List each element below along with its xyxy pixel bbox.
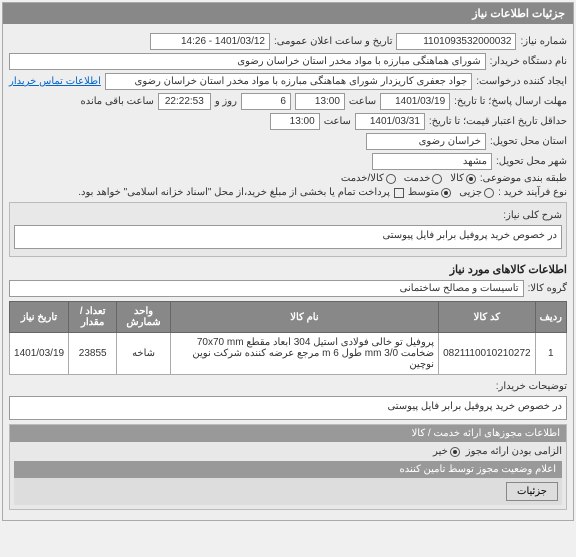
td-unit: شاخه [117, 333, 171, 375]
category-radio-group: کالا خدمت کالا/خدمت [341, 173, 476, 184]
validity-date: 1401/03/31 [355, 113, 425, 130]
process-radio-group: جزیی متوسط [408, 187, 494, 198]
radio-dot-icon [386, 174, 396, 184]
row-city: شهر محل تحویل: مشهد [9, 153, 567, 170]
radio-goods[interactable]: کالا [450, 173, 476, 184]
requester-label: ایجاد کننده درخواست: [476, 76, 567, 87]
radio-goods-service[interactable]: کالا/خدمت [341, 173, 396, 184]
radio-low-label: جزیی [459, 187, 482, 198]
th-code: کد کالا [439, 302, 536, 333]
remaining-label: ساعت باقی مانده [80, 96, 153, 107]
td-code: 0821110010210272 [439, 333, 536, 375]
remaining-days: 6 [241, 93, 291, 110]
radio-dot-icon [484, 188, 494, 198]
validity-time: 13:00 [270, 113, 320, 130]
panel-body: شماره نیاز: 1101093532000032 تاریخ و ساع… [3, 24, 573, 520]
buyer-org-label: نام دستگاه خریدار: [490, 56, 567, 67]
province-value: خراسان رضوی [366, 133, 486, 150]
validity-label: حداقل تاریخ اعتبار قیمت؛ تا تاریخ: [429, 116, 567, 127]
th-date: تاریخ نیاز [10, 302, 69, 333]
buyer-desc-text: در خصوص خرید پروفیل برابر فایل پیوستی [9, 396, 567, 420]
row-category: طبقه بندی موضوعی: کالا خدمت کالا/خدمت [9, 173, 567, 184]
time-label-1: ساعت [349, 96, 376, 107]
row-province: استان محل تحویل: خراسان رضوی [9, 133, 567, 150]
goods-table: ردیف کد کالا نام کالا واحد شمارش تعداد /… [9, 301, 567, 375]
payment-checkbox[interactable] [394, 188, 404, 198]
category-label: طبقه بندی موضوعی: [480, 173, 567, 184]
requester-value: جواد جعفری کاریزدار شورای هماهنگی مبارزه… [105, 73, 472, 90]
need-number-label: شماره نیاز: [520, 36, 567, 47]
td-row: 1 [535, 333, 566, 375]
th-row: ردیف [535, 302, 566, 333]
row-need-number: شماره نیاز: 1101093532000032 تاریخ و ساع… [9, 33, 567, 50]
row-validity: حداقل تاریخ اعتبار قیمت؛ تا تاریخ: 1401/… [9, 113, 567, 130]
remaining-timer: 22:22:53 [158, 93, 211, 110]
deadline-label: مهلت ارسال پاسخ؛ تا تاریخ: [454, 96, 567, 107]
announce-label: تاریخ و ساعت اعلان عمومی: [274, 36, 393, 47]
radio-no[interactable]: خیر [433, 446, 460, 457]
row-deadline: مهلت ارسال پاسخ؛ تا تاریخ: 1401/03/19 سا… [9, 93, 567, 110]
radio-service[interactable]: خدمت [404, 173, 443, 184]
th-qty: تعداد / مقدار [69, 302, 117, 333]
radio-dot-icon [466, 174, 476, 184]
th-name: نام کالا [170, 302, 438, 333]
td-qty: 23855 [69, 333, 117, 375]
announce-value: 1401/03/12 - 14:26 [150, 33, 270, 50]
details-button[interactable]: جزئیات [506, 482, 558, 501]
city-label: شهر محل تحویل: [496, 156, 567, 167]
row-process: نوع فرآیند خرید : جزیی متوسط پرداخت تمام… [9, 187, 567, 198]
footer-buttons: جزئیات [14, 478, 562, 505]
td-date: 1401/03/19 [10, 333, 69, 375]
province-label: استان محل تحویل: [490, 136, 567, 147]
td-name: پروفیل تو خالی فولادی استیل 304 ابعاد مق… [170, 333, 438, 375]
general-desc-label: شرح کلی نیاز: [503, 210, 562, 221]
buyer-desc-label: توضیحات خریدار: [496, 381, 567, 392]
radio-goods-label: کالا [450, 173, 464, 184]
row-general-desc: شرح کلی نیاز: در خصوص خرید پروفیل برابر … [10, 206, 566, 253]
radio-dot-icon [450, 447, 460, 457]
licenses-header: اطلاعات مجوزهای ارائه خدمت / کالا [10, 425, 566, 442]
days-label: روز و [215, 96, 237, 107]
process-label: نوع فرآیند خرید : [498, 187, 567, 198]
mandatory-label: الزامی بودن ارائه مجوز [466, 446, 562, 457]
radio-dot-icon [441, 188, 451, 198]
desc-panel: شرح کلی نیاز: در خصوص خرید پروفیل برابر … [9, 202, 567, 257]
deadline-date: 1401/03/19 [380, 93, 450, 110]
table-header-row: ردیف کد کالا نام کالا واحد شمارش تعداد /… [10, 302, 567, 333]
panel-title: جزئیات اطلاعات نیاز [3, 3, 573, 24]
radio-service-label: خدمت [404, 173, 431, 184]
general-desc-text: در خصوص خرید پروفیل برابر فایل پیوستی [14, 225, 562, 249]
radio-goods-service-label: کالا/خدمت [341, 173, 384, 184]
row-goods-group: گروه کالا: تاسیسات و مصالح ساختمانی [9, 280, 567, 297]
licenses-panel: اطلاعات مجوزهای ارائه خدمت / کالا الزامی… [9, 424, 567, 510]
status-header: اعلام وضعیت مجوز توسط تامین کننده [14, 461, 562, 478]
deadline-time: 13:00 [295, 93, 345, 110]
row-buyer-org: نام دستگاه خریدار: شورای هماهنگی مبارزه … [9, 53, 567, 70]
licenses-body: الزامی بودن ارائه مجوز خیر اعلام وضعیت م… [10, 442, 566, 509]
row-requester: ایجاد کننده درخواست: جواد جعفری کاریزدار… [9, 73, 567, 90]
city-value: مشهد [372, 153, 492, 170]
goods-group-value: تاسیسات و مصالح ساختمانی [9, 280, 524, 297]
time-label-2: ساعت [324, 116, 351, 127]
radio-no-label: خیر [433, 446, 448, 457]
buyer-org-value: شورای هماهنگی مبارزه با مواد مخدر استان … [9, 53, 486, 70]
radio-mid[interactable]: متوسط [408, 187, 451, 198]
payment-note: پرداخت تمام یا بخشی از مبلغ خرید،از محل … [78, 187, 390, 198]
goods-section-title: اطلاعات کالاهای مورد نیاز [9, 263, 567, 276]
radio-dot-icon [432, 174, 442, 184]
table-row: 1 0821110010210272 پروفیل تو خالی فولادی… [10, 333, 567, 375]
main-panel: جزئیات اطلاعات نیاز شماره نیاز: 11010935… [2, 2, 574, 521]
need-number-value: 1101093532000032 [396, 33, 516, 50]
th-unit: واحد شمارش [117, 302, 171, 333]
radio-mid-label: متوسط [408, 187, 439, 198]
row-buyer-desc: توضیحات خریدار: در خصوص خرید پروفیل براب… [9, 381, 567, 420]
contact-link[interactable]: اطلاعات تماس خریدار [9, 76, 101, 87]
radio-low[interactable]: جزیی [459, 187, 494, 198]
goods-group-label: گروه کالا: [528, 283, 567, 294]
row-mandatory: الزامی بودن ارائه مجوز خیر [14, 446, 562, 457]
